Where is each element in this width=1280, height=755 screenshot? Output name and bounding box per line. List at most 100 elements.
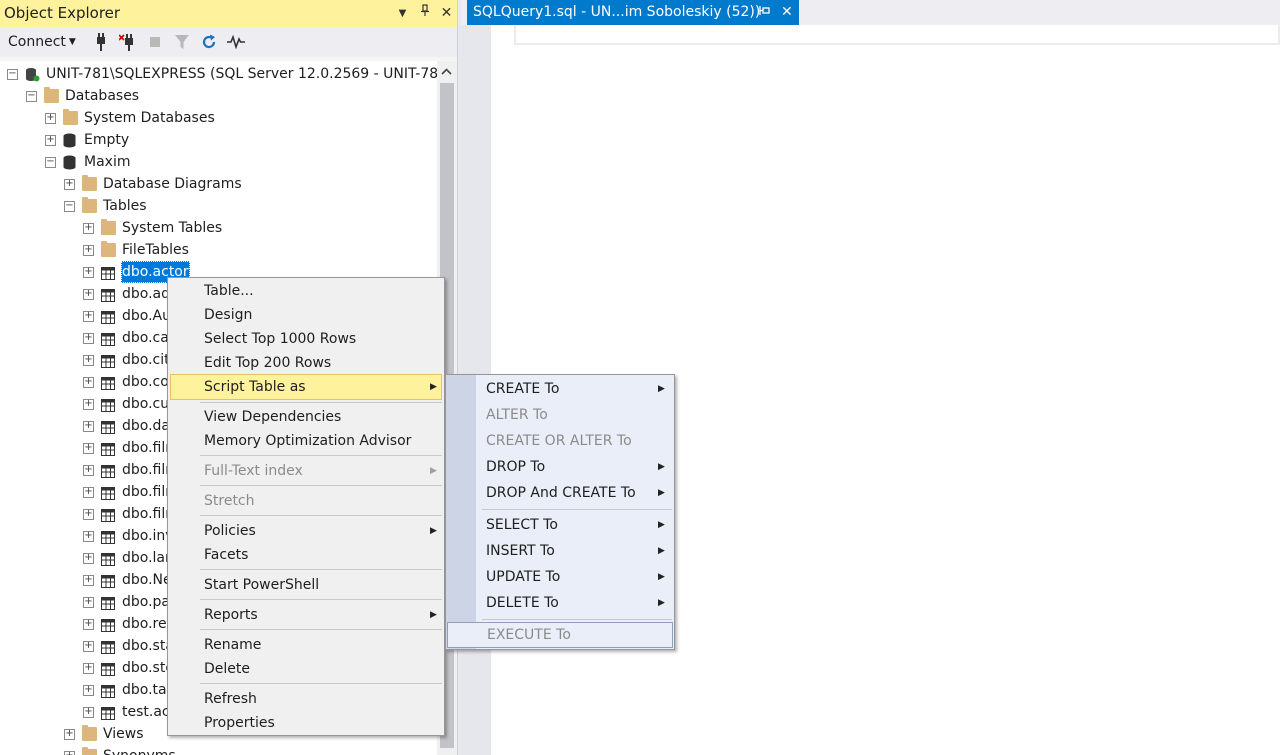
submenu-item-delete-to[interactable]: DELETE To ▶ [448, 590, 672, 616]
expand-toggle-icon[interactable]: + [64, 751, 75, 755]
close-tab-icon[interactable]: ✕ [781, 0, 793, 25]
expand-toggle-icon[interactable]: + [83, 597, 94, 608]
submenu-item-select-to[interactable]: SELECT To ▶ [448, 512, 672, 538]
tree-node-label: dbo.ad [122, 286, 171, 302]
expand-toggle-icon[interactable]: + [83, 465, 94, 476]
table-icon [101, 529, 116, 544]
expand-toggle-icon[interactable]: + [83, 421, 94, 432]
expand-toggle-icon[interactable]: + [83, 487, 94, 498]
disconnect-icon[interactable] [115, 31, 142, 53]
tree-node-label: UNIT-781\SQLEXPRESS (SQL Server 12.0.256… [46, 66, 437, 82]
activity-monitor-icon[interactable] [223, 31, 250, 53]
table-icon [101, 705, 116, 720]
expand-toggle-icon[interactable]: + [83, 333, 94, 344]
menu-item-view-dependencies[interactable]: View Dependencies [170, 405, 442, 429]
window-position-dropdown-icon[interactable]: ▼ [396, 0, 409, 27]
table-icon [101, 309, 116, 324]
expand-toggle-icon[interactable]: + [83, 399, 94, 410]
expand-toggle-icon[interactable]: + [45, 113, 56, 124]
current-line-highlight [514, 25, 1280, 45]
expand-toggle-icon[interactable]: + [83, 267, 94, 278]
submenu-item-create-or-alter-to: CREATE OR ALTER To [486, 433, 632, 449]
menu-item-memory-optimization-advisor[interactable]: Memory Optimization Advisor [170, 429, 442, 453]
submenu-arrow-icon: ▶ [430, 610, 437, 620]
collapse-toggle-icon[interactable]: − [45, 157, 56, 168]
menu-item-start-powershell[interactable]: Start PowerShell [170, 573, 442, 597]
close-panel-icon[interactable]: ✕ [440, 0, 453, 27]
menu-item-delete[interactable]: Delete [170, 657, 442, 681]
collapse-toggle-icon[interactable]: − [7, 69, 18, 80]
expand-toggle-icon[interactable]: + [83, 641, 94, 652]
submenu-item-insert-to[interactable]: INSERT To ▶ [448, 538, 672, 564]
refresh-icon[interactable] [196, 31, 223, 53]
expand-toggle-icon[interactable]: + [83, 377, 94, 388]
folder-icon [101, 241, 116, 257]
folder-icon [44, 87, 59, 103]
menu-item-select-top-rows[interactable]: Select Top 1000 Rows [170, 327, 442, 351]
menu-item-properties[interactable]: Properties [170, 711, 442, 735]
submenu-arrow-icon: ▶ [430, 466, 437, 476]
tab-sqlquery1[interactable]: SQLQuery1.sql - UN...im Soboleskiy (52))… [467, 0, 799, 25]
menu-item-facets[interactable]: Facets [170, 543, 442, 567]
tree-node-label: dbo.co [122, 374, 169, 390]
expand-toggle-icon[interactable]: + [83, 553, 94, 564]
expand-toggle-icon[interactable]: + [83, 443, 94, 454]
table-icon [101, 507, 116, 522]
tree-node-server[interactable]: − UNIT-781\SQLEXPRESS (SQL Server 12.0.2… [7, 63, 437, 85]
menu-item-table[interactable]: Table... [170, 279, 442, 303]
expand-toggle-icon[interactable]: + [83, 663, 94, 674]
tree-node-label: Views [103, 726, 144, 742]
collapse-toggle-icon[interactable]: − [26, 91, 37, 102]
submenu-item-drop-and-create-to[interactable]: DROP And CREATE To ▶ [448, 480, 672, 506]
menu-item-full-text-index: Full-Text index ▶ [170, 459, 442, 483]
tree-node-label: dbo.ca [122, 330, 169, 346]
tree-node-label: System Tables [122, 220, 223, 236]
expand-toggle-icon[interactable]: + [83, 223, 94, 234]
menu-separator [482, 509, 672, 510]
expand-toggle-icon[interactable]: + [83, 707, 94, 718]
expand-toggle-icon[interactable]: + [83, 311, 94, 322]
menu-item-refresh[interactable]: Refresh [170, 687, 442, 711]
table-icon [101, 375, 116, 390]
submenu-item-drop-to[interactable]: DROP To ▶ [448, 454, 672, 480]
expand-toggle-icon[interactable]: + [45, 135, 56, 146]
submenu-item-alter-to: ALTER To [486, 407, 548, 423]
menu-item-design[interactable]: Design [170, 303, 442, 327]
scroll-up-icon[interactable] [441, 65, 452, 78]
server-icon [25, 67, 40, 82]
menu-item-reports[interactable]: Reports ▶ [170, 603, 442, 627]
expand-toggle-icon[interactable]: + [83, 289, 94, 300]
expand-toggle-icon[interactable]: + [83, 531, 94, 542]
expand-toggle-icon[interactable]: + [83, 575, 94, 586]
table-icon [101, 573, 116, 588]
menu-item-edit-top-rows[interactable]: Edit Top 200 Rows [170, 351, 442, 375]
menu-item-rename[interactable]: Rename [170, 633, 442, 657]
table-icon [101, 617, 116, 632]
collapse-toggle-icon[interactable]: − [64, 201, 75, 212]
menu-item-policies[interactable]: Policies ▶ [170, 519, 442, 543]
pin-tab-icon[interactable] [759, 0, 770, 25]
expand-toggle-icon[interactable]: + [83, 509, 94, 520]
expand-toggle-icon[interactable]: + [83, 355, 94, 366]
table-icon [101, 661, 116, 676]
table-icon [101, 397, 116, 412]
expand-toggle-icon[interactable]: + [83, 685, 94, 696]
expand-toggle-icon[interactable]: + [64, 179, 75, 190]
expand-toggle-icon[interactable]: + [83, 245, 94, 256]
submenu-item-create-to[interactable]: CREATE To ▶ [448, 376, 672, 402]
connect-button[interactable]: Connect ▼ [8, 34, 76, 50]
folder-icon [82, 197, 97, 213]
table-icon [101, 441, 116, 456]
expand-toggle-icon[interactable]: + [64, 729, 75, 740]
submenu-arrow-icon: ▶ [430, 382, 437, 392]
expand-toggle-icon[interactable]: + [83, 619, 94, 630]
table-icon [101, 331, 116, 346]
menu-item-script-table-as[interactable]: Script Table as ▶ [170, 374, 442, 400]
tree-node-label: dbo.cu [122, 396, 170, 412]
table-icon [101, 595, 116, 610]
submenu-item-update-to[interactable]: UPDATE To ▶ [448, 564, 672, 590]
filter-icon [169, 31, 196, 53]
connect-plug-icon[interactable] [88, 31, 115, 53]
tree-node-label: dbo.Ne [122, 572, 172, 588]
auto-hide-pin-icon[interactable] [418, 0, 431, 27]
